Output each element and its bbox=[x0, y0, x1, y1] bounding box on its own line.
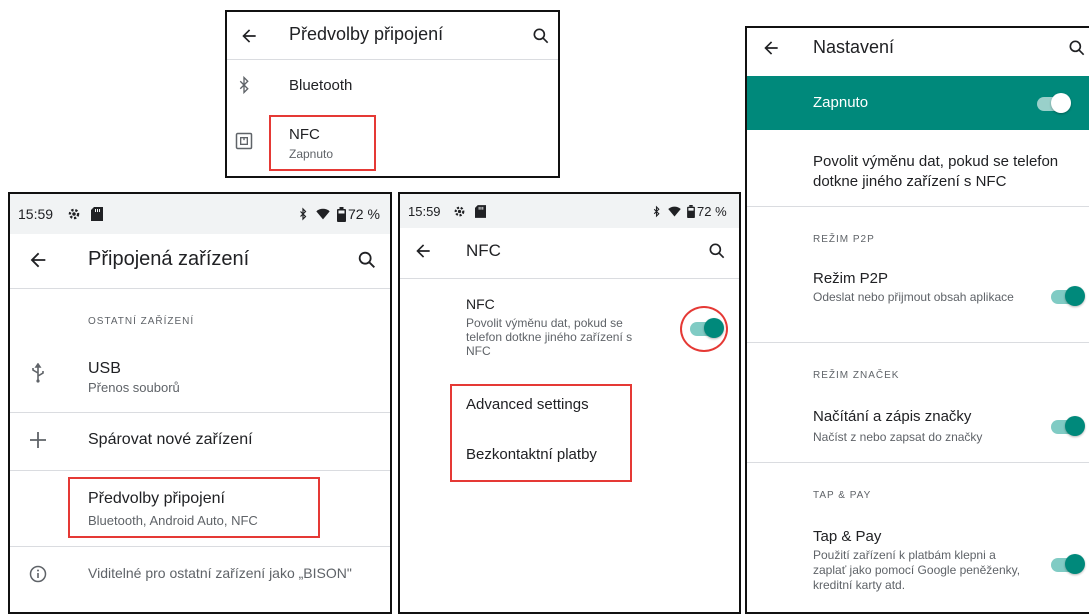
list-item-usb[interactable]: USB Přenos souborů bbox=[10, 344, 390, 406]
battery-icon bbox=[336, 206, 346, 222]
tag-mode-row[interactable]: Načítání a zápis značky Načíst z nebo za… bbox=[747, 400, 1089, 456]
usb-summary: Přenos souborů bbox=[88, 380, 180, 395]
toolbar-divider bbox=[227, 59, 558, 60]
gear-icon bbox=[66, 206, 82, 222]
highlight-box-connection-preferences bbox=[68, 477, 320, 538]
plus-icon bbox=[28, 430, 48, 450]
sd-card-icon bbox=[90, 206, 104, 222]
device-visibility-text: Viditelné pro ostatní zařízení jako „BIS… bbox=[88, 565, 352, 581]
p2p-mode-row[interactable]: Režim P2P Odeslat nebo přijmout obsah ap… bbox=[747, 260, 1089, 330]
status-bar: 15:59 72 % bbox=[400, 194, 739, 228]
highlight-circle-nfc-toggle bbox=[680, 306, 728, 352]
highlight-box-nfc-options bbox=[450, 384, 632, 482]
back-arrow-icon[interactable] bbox=[26, 248, 50, 272]
bluetooth-icon bbox=[233, 74, 255, 96]
search-icon[interactable] bbox=[706, 240, 728, 262]
sd-card-icon bbox=[474, 204, 486, 218]
list-item-bluetooth[interactable]: Bluetooth bbox=[227, 64, 558, 110]
page-title: Připojená zařízení bbox=[88, 248, 250, 270]
nfc-label: NFC bbox=[466, 296, 495, 312]
list-divider bbox=[10, 546, 390, 547]
tap-pay-label: Tap & Pay bbox=[813, 528, 882, 545]
gear-icon bbox=[452, 204, 466, 218]
p2p-mode-label: Režim P2P bbox=[813, 270, 889, 287]
tag-mode-label: Načítání a zápis značky bbox=[813, 408, 972, 425]
list-divider bbox=[10, 470, 390, 471]
list-item-pair-new-device[interactable]: Spárovat nové zařízení bbox=[10, 416, 390, 466]
pair-new-device-label: Spárovat nové zařízení bbox=[88, 431, 253, 448]
master-toggle[interactable] bbox=[1037, 93, 1071, 113]
status-bar: 15:59 72 % bbox=[10, 194, 390, 234]
back-arrow-icon[interactable] bbox=[759, 36, 783, 60]
battery-icon bbox=[686, 204, 695, 218]
master-switch-bar[interactable]: Zapnuto bbox=[747, 76, 1089, 130]
usb-label: USB bbox=[88, 360, 121, 377]
section-header-p2p: REŽIM P2P bbox=[813, 234, 875, 245]
panel-connection-preferences: Předvolby připojení Bluetooth NFC Zapnut… bbox=[225, 10, 560, 178]
bluetooth-icon bbox=[296, 206, 310, 222]
wifi-icon bbox=[314, 206, 332, 222]
section-divider bbox=[747, 206, 1089, 207]
bluetooth-icon bbox=[650, 204, 662, 218]
nfc-icon bbox=[233, 130, 255, 152]
nfc-summary: Povolit výměnu dat, pokud se telefon dot… bbox=[466, 316, 633, 358]
back-arrow-icon[interactable] bbox=[237, 24, 261, 48]
tap-pay-row[interactable]: Tap & Pay Použití zařízení k platbám kle… bbox=[747, 522, 1089, 612]
p2p-mode-toggle[interactable] bbox=[1051, 286, 1085, 306]
master-switch-label: Zapnuto bbox=[813, 94, 869, 111]
page-title: Předvolby připojení bbox=[289, 24, 444, 44]
wifi-icon bbox=[666, 204, 682, 218]
battery-percent: 72 % bbox=[697, 204, 727, 219]
section-header-other-devices: OSTATNÍ ZAŘÍZENÍ bbox=[88, 316, 195, 327]
device-visibility-row: Viditelné pro ostatní zařízení jako „BIS… bbox=[10, 550, 390, 600]
section-header-tag-mode: REŽIM ZNAČEK bbox=[813, 370, 900, 381]
search-icon[interactable] bbox=[529, 24, 553, 48]
search-icon[interactable] bbox=[1065, 36, 1089, 60]
panel-nfc-settings: Nastavení Zapnuto Povolit výměnu dat, po… bbox=[745, 26, 1089, 614]
usb-icon bbox=[28, 362, 48, 384]
bluetooth-label: Bluetooth bbox=[289, 77, 353, 94]
section-header-tap-pay: TAP & PAY bbox=[813, 490, 872, 501]
panel-nfc: 15:59 72 % NFC NFC Povolit výměnu dat, p… bbox=[398, 192, 741, 614]
panel-connected-devices: 15:59 72 % Připojená zařízení OSTATNÍ ZA… bbox=[8, 192, 392, 614]
nfc-toggle-row[interactable]: NFC Povolit výměnu dat, pokud se telefon… bbox=[400, 290, 739, 370]
toolbar-divider bbox=[400, 278, 739, 279]
tag-mode-summary: Načíst z nebo zapsat do značky bbox=[813, 430, 983, 444]
toolbar-divider bbox=[10, 288, 390, 289]
search-icon[interactable] bbox=[355, 248, 379, 272]
tap-pay-summary: Použití zařízení k platbám klepni a zapl… bbox=[813, 548, 1021, 592]
status-time: 15:59 bbox=[408, 204, 441, 219]
section-divider bbox=[747, 462, 1089, 463]
tap-pay-toggle[interactable] bbox=[1051, 554, 1085, 574]
tag-mode-toggle[interactable] bbox=[1051, 416, 1085, 436]
status-time: 15:59 bbox=[18, 206, 54, 222]
nfc-description: Povolit výměnu dat, pokud se telefon dot… bbox=[813, 153, 1059, 190]
battery-percent: 72 % bbox=[348, 206, 380, 222]
list-divider bbox=[10, 412, 390, 413]
page-title: Nastavení bbox=[813, 37, 895, 57]
info-icon bbox=[28, 564, 48, 584]
section-divider bbox=[747, 342, 1089, 343]
back-arrow-icon[interactable] bbox=[412, 240, 434, 262]
p2p-mode-summary: Odeslat nebo přijmout obsah aplikace bbox=[813, 290, 1014, 304]
highlight-box-nfc bbox=[269, 115, 376, 171]
page-title: NFC bbox=[466, 241, 501, 260]
